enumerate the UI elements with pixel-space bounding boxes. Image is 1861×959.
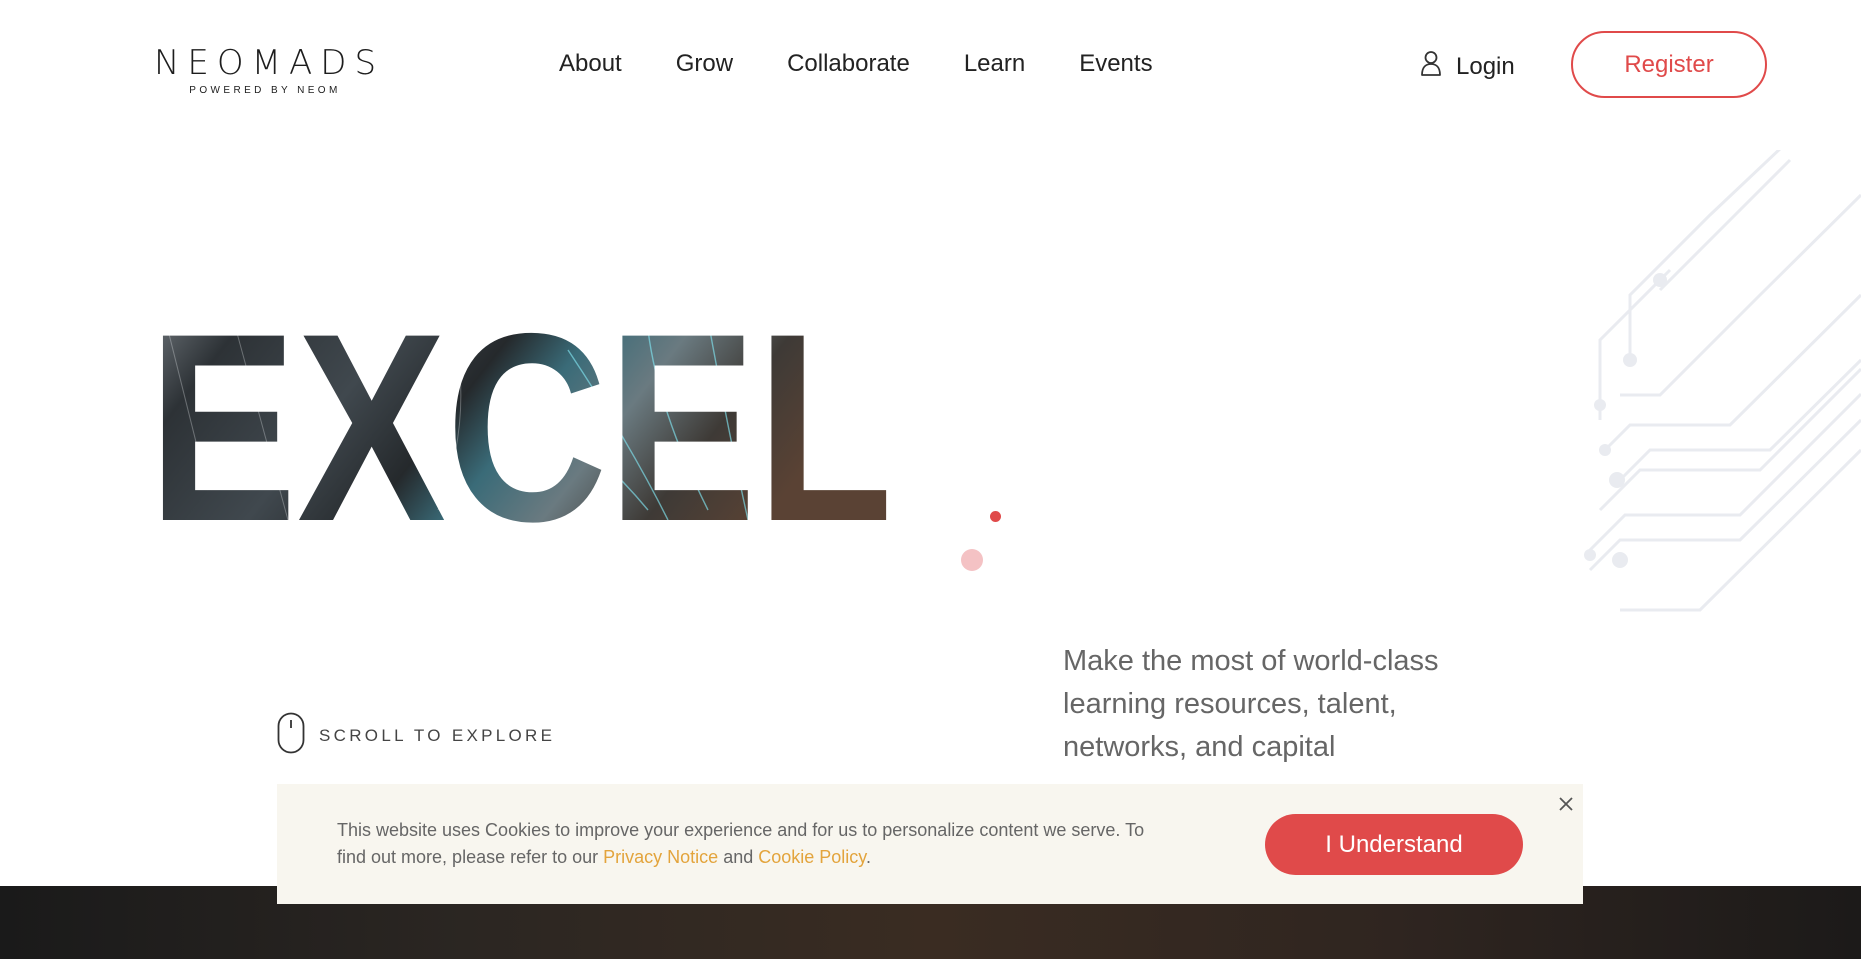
- cookie-banner: This website uses Cookies to improve you…: [277, 784, 1583, 904]
- circuit-pattern: [1584, 150, 1861, 612]
- svg-text:EXCEL: EXCEL: [148, 290, 893, 530]
- login-link[interactable]: Login: [1420, 50, 1515, 83]
- nav-grow[interactable]: Grow: [676, 50, 733, 78]
- decor-dot-pink: [961, 549, 983, 571]
- cookie-period: .: [865, 847, 871, 867]
- main-nav: About Grow Collaborate Learn Events: [559, 50, 1153, 78]
- nav-collaborate[interactable]: Collaborate: [787, 50, 910, 78]
- cookie-policy-link[interactable]: Cookie Policy: [758, 847, 866, 867]
- register-button[interactable]: Register: [1571, 31, 1767, 98]
- scroll-indicator[interactable]: SCROLL TO EXPLORE: [277, 712, 555, 759]
- login-label: Login: [1456, 52, 1515, 80]
- logo-wordmark: NEOMADS: [154, 43, 385, 83]
- hero-tagline: Make the most of world-class learning re…: [1063, 645, 1439, 763]
- scroll-label: SCROLL TO EXPLORE: [319, 725, 556, 745]
- decor-dot-red: [990, 511, 1001, 522]
- cookie-message: This website uses Cookies to improve you…: [337, 817, 1157, 871]
- nav-learn[interactable]: Learn: [964, 50, 1025, 78]
- user-icon: [1420, 50, 1442, 83]
- mouse-icon: [277, 712, 305, 759]
- neomads-logo[interactable]: NEOMADS POWERED BY NEOM: [154, 46, 376, 96]
- cookie-and-text: and: [718, 847, 759, 867]
- hero-headline: EXCEL: [148, 290, 893, 530]
- privacy-notice-link[interactable]: Privacy Notice: [603, 847, 718, 867]
- nav-events[interactable]: Events: [1079, 50, 1152, 78]
- close-icon[interactable]: [1557, 796, 1575, 814]
- logo-tagline: POWERED BY NEOM: [189, 85, 341, 96]
- nav-about[interactable]: About: [559, 50, 622, 78]
- understand-button[interactable]: I Understand: [1265, 814, 1523, 875]
